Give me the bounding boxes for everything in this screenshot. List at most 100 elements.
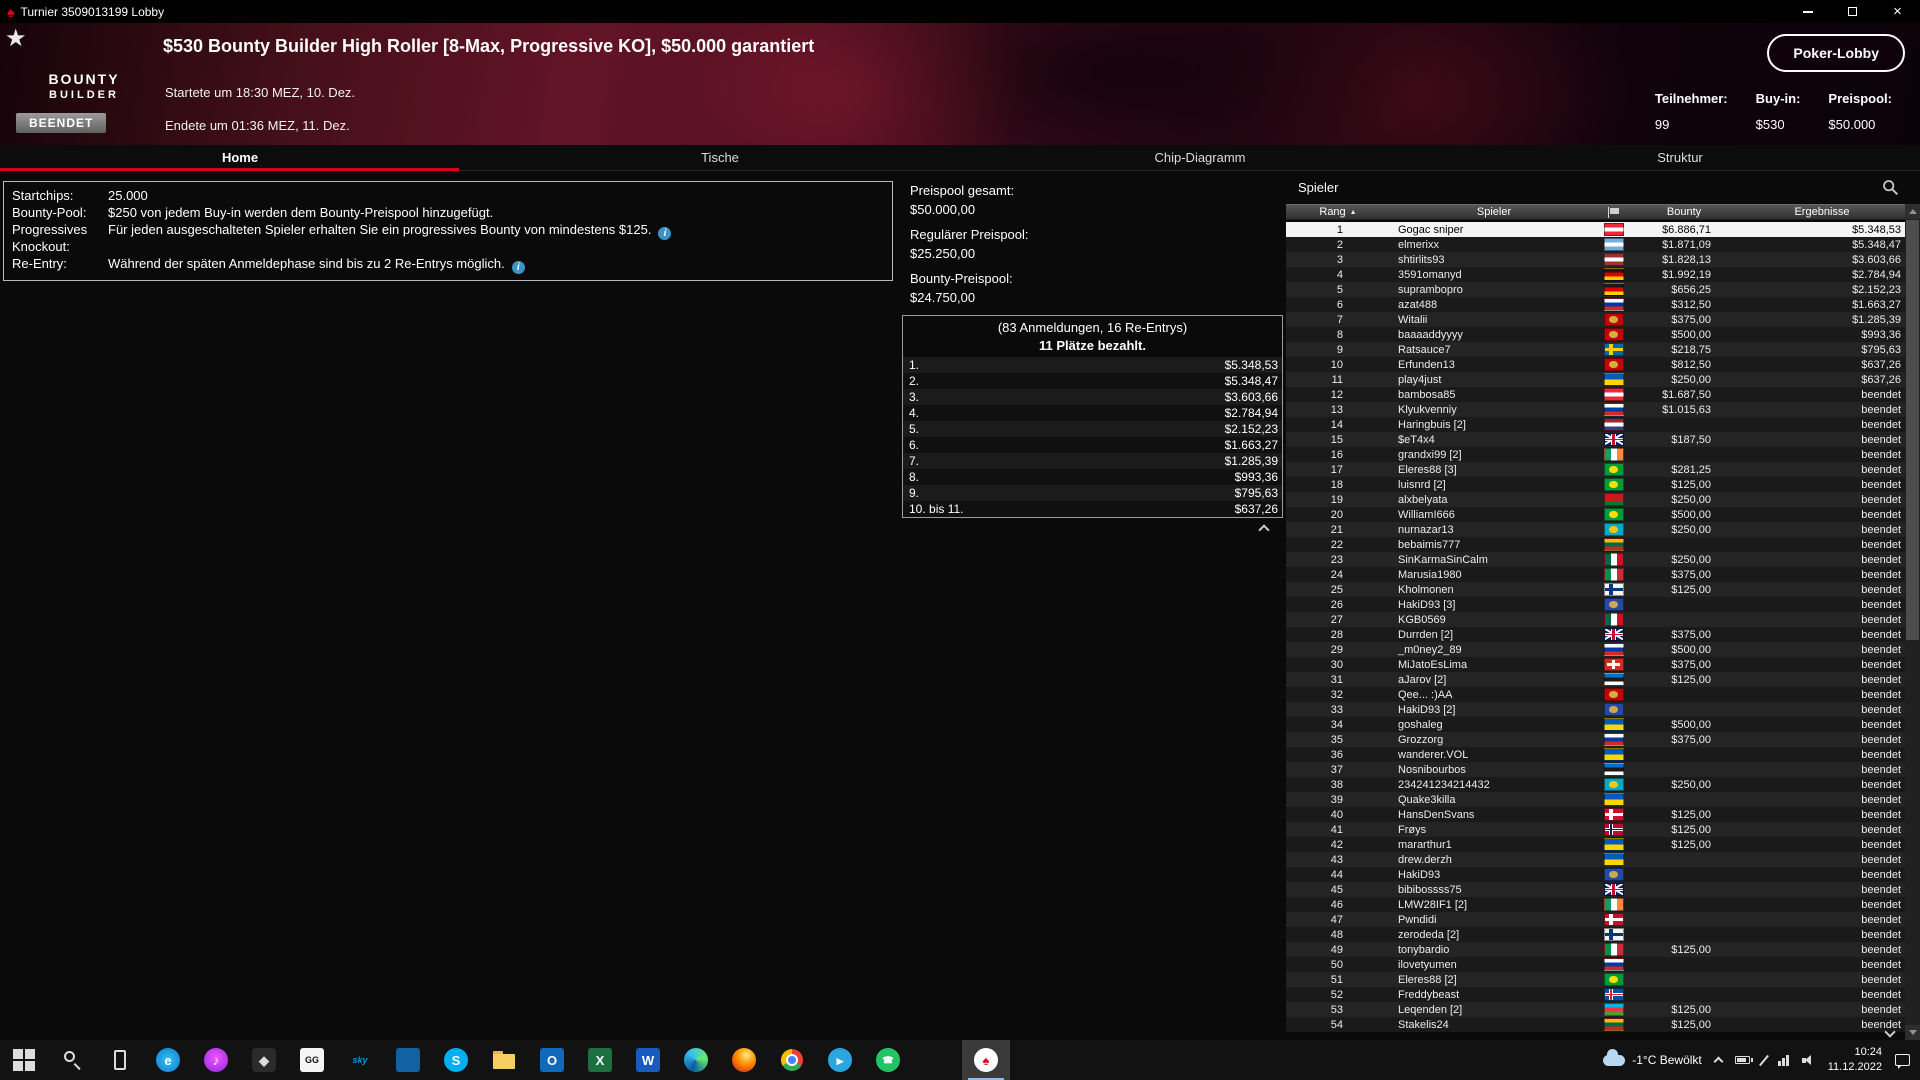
edge-app[interactable]	[672, 1040, 720, 1080]
file-explorer[interactable]	[480, 1040, 528, 1080]
player-row[interactable]: 29 _m0ney2_89 $500,00 beendet	[1286, 642, 1905, 657]
pokerstars-app[interactable]: ♠	[962, 1040, 1010, 1080]
player-row[interactable]: 28 Durrden [2] $375,00 beendet	[1286, 627, 1905, 642]
player-row[interactable]: 9 Ratsauce7 $218,75 $795,63	[1286, 342, 1905, 357]
player-row[interactable]: 2 elmerixx $1.871,09 $5.348,47	[1286, 237, 1905, 252]
poker-lobby-button[interactable]: Poker-Lobby	[1767, 34, 1905, 72]
hidden-icons-chevron[interactable]	[1713, 1056, 1724, 1067]
volume-icon[interactable]	[1801, 1054, 1815, 1066]
player-row[interactable]: 52 Freddybeast beendet	[1286, 987, 1905, 1002]
payout-scroll-up-indicator[interactable]	[1258, 524, 1270, 536]
clock[interactable]: 10:24 11.12.2022	[1828, 1045, 1882, 1075]
battery-icon[interactable]	[1734, 1056, 1753, 1064]
player-row[interactable]: 37 Nosnibourbos beendet	[1286, 762, 1905, 777]
player-row[interactable]: 49 tonybardio $125,00 beendet	[1286, 942, 1905, 957]
scrollbar-thumb[interactable]	[1906, 220, 1919, 640]
tab-tische[interactable]: Tische	[480, 145, 960, 170]
ggpoker-app[interactable]: GG	[288, 1040, 336, 1080]
player-row[interactable]: 39 Quake3killa beendet	[1286, 792, 1905, 807]
close-button[interactable]: ×	[1875, 0, 1920, 23]
info-icon[interactable]: i	[511, 261, 525, 274]
player-row[interactable]: 11 play4just $250,00 $637,26	[1286, 372, 1905, 387]
weather-widget[interactable]: -1°C Bewölkt	[1603, 1048, 1702, 1067]
player-row[interactable]: 50 ilovetyumen beendet	[1286, 957, 1905, 972]
players-scrollbar[interactable]	[1905, 204, 1920, 1040]
player-row[interactable]: 14 Haringbuis [2] beendet	[1286, 417, 1905, 432]
player-row[interactable]: 18 luisnrd [2] $125,00 beendet	[1286, 477, 1905, 492]
tab-struktur[interactable]: Struktur	[1440, 145, 1920, 170]
player-row[interactable]: 23 SinKarmaSinCalm $250,00 beendet	[1286, 552, 1905, 567]
tab-home[interactable]: Home	[0, 145, 480, 171]
player-row[interactable]: 16 grandxi99 [2] beendet	[1286, 447, 1905, 462]
player-row[interactable]: 40 HansDenSvans $125,00 beendet	[1286, 807, 1905, 822]
player-row[interactable]: 53 Leqenden [2] $125,00 beendet	[1286, 1002, 1905, 1017]
player-row[interactable]: 47 Pwndidi beendet	[1286, 912, 1905, 927]
word-app[interactable]: W	[624, 1040, 672, 1080]
player-row[interactable]: 12 bambosa85 $1.687,50 beendet	[1286, 387, 1905, 402]
outlook-app[interactable]: O	[528, 1040, 576, 1080]
player-row[interactable]: 45 bibibossss75 beendet	[1286, 882, 1905, 897]
player-row[interactable]: 3 shtirlits93 $1.828,13 $3.603,66	[1286, 252, 1905, 267]
player-row[interactable]: 51 Eleres88 [2] beendet	[1286, 972, 1905, 987]
notifications-icon[interactable]	[1895, 1054, 1910, 1069]
player-row[interactable]: 32 Qee... :)AA beendet	[1286, 687, 1905, 702]
column-flag[interactable]	[1598, 205, 1629, 219]
minimize-button[interactable]	[1785, 0, 1830, 23]
sky-app[interactable]: sky	[336, 1040, 384, 1080]
player-row[interactable]: 54 Stakelis24 $125,00 beendet	[1286, 1017, 1905, 1032]
player-row[interactable]: 1 Gogac sniper $6.886,71 $5.348,53	[1286, 222, 1905, 237]
start-button[interactable]	[0, 1040, 48, 1080]
player-row[interactable]: 13 Klyukvenniy $1.015,63 beendet	[1286, 402, 1905, 417]
player-row[interactable]: 48 zerodeda [2] beendet	[1286, 927, 1905, 942]
search-button[interactable]	[48, 1040, 96, 1080]
player-row[interactable]: 41 Frøys $125,00 beendet	[1286, 822, 1905, 837]
player-row[interactable]: 7 Witalii $375,00 $1.285,39	[1286, 312, 1905, 327]
tab-chip-diagramm[interactable]: Chip-Diagramm	[960, 145, 1440, 170]
telegram-app[interactable]: ▸	[816, 1040, 864, 1080]
info-icon[interactable]: i	[658, 227, 672, 240]
itunes-app[interactable]: ♪	[192, 1040, 240, 1080]
player-row[interactable]: 17 Eleres88 [3] $281,25 beendet	[1286, 462, 1905, 477]
player-row[interactable]: 19 alxbelyata $250,00 beendet	[1286, 492, 1905, 507]
player-row[interactable]: 34 goshaleg $500,00 beendet	[1286, 717, 1905, 732]
player-row[interactable]: 5 suprambopro $656,25 $2.152,23	[1286, 282, 1905, 297]
dark-diamond-app[interactable]: ◆	[240, 1040, 288, 1080]
player-row[interactable]: 21 nurnazar13 $250,00 beendet	[1286, 522, 1905, 537]
edge-legacy-app[interactable]: e	[144, 1040, 192, 1080]
pen-icon[interactable]	[1758, 1054, 1769, 1066]
column-result[interactable]: Ergebnisse	[1739, 205, 1905, 219]
column-player[interactable]: Spieler	[1390, 205, 1598, 219]
player-row[interactable]: 20 WilliamI666 $500,00 beendet	[1286, 507, 1905, 522]
player-row[interactable]: 4 3591omanyd $1.992,19 $2.784,94	[1286, 267, 1905, 282]
firefox-app[interactable]	[720, 1040, 768, 1080]
player-row[interactable]: 6 azat488 $312,50 $1.663,27	[1286, 297, 1905, 312]
player-row[interactable]: 30 MiJatoEsLima $375,00 beendet	[1286, 657, 1905, 672]
player-row[interactable]: 15 $eT4x4 $187,50 beendet	[1286, 432, 1905, 447]
skype-app[interactable]: S	[432, 1040, 480, 1080]
player-row[interactable]: 38 234241234214432 $250,00 beendet	[1286, 777, 1905, 792]
scrollbar-up-arrow[interactable]	[1905, 204, 1920, 219]
player-row[interactable]: 33 HakiD93 [2] beendet	[1286, 702, 1905, 717]
blue-app[interactable]	[384, 1040, 432, 1080]
search-icon[interactable]	[1882, 179, 1899, 196]
whatsapp-app[interactable]: ☎	[864, 1040, 912, 1080]
column-bounty[interactable]: Bounty	[1629, 205, 1739, 219]
player-row[interactable]: 8 baaaaddyyyy $500,00 $993,36	[1286, 327, 1905, 342]
player-row[interactable]: 25 Kholmonen $125,00 beendet	[1286, 582, 1905, 597]
player-row[interactable]: 43 drew.derzh beendet	[1286, 852, 1905, 867]
player-row[interactable]: 36 wanderer.VOL beendet	[1286, 747, 1905, 762]
player-row[interactable]: 10 Erfunden13 $812,50 $637,26	[1286, 357, 1905, 372]
player-row[interactable]: 42 mararthur1 $125,00 beendet	[1286, 837, 1905, 852]
player-row[interactable]: 46 LMW28IF1 [2] beendet	[1286, 897, 1905, 912]
player-row[interactable]: 44 HakiD93 beendet	[1286, 867, 1905, 882]
network-icon[interactable]	[1777, 1054, 1789, 1066]
your-phone-app[interactable]	[96, 1040, 144, 1080]
player-row[interactable]: 31 aJarov [2] $125,00 beendet	[1286, 672, 1905, 687]
excel-app[interactable]: X	[576, 1040, 624, 1080]
player-row[interactable]: 27 KGB0569 beendet	[1286, 612, 1905, 627]
column-rank[interactable]: Rang ▲	[1286, 205, 1390, 219]
chrome-app[interactable]	[768, 1040, 816, 1080]
maximize-button[interactable]	[1830, 0, 1875, 23]
player-row[interactable]: 26 HakiD93 [3] beendet	[1286, 597, 1905, 612]
player-row[interactable]: 22 bebaimis777 beendet	[1286, 537, 1905, 552]
